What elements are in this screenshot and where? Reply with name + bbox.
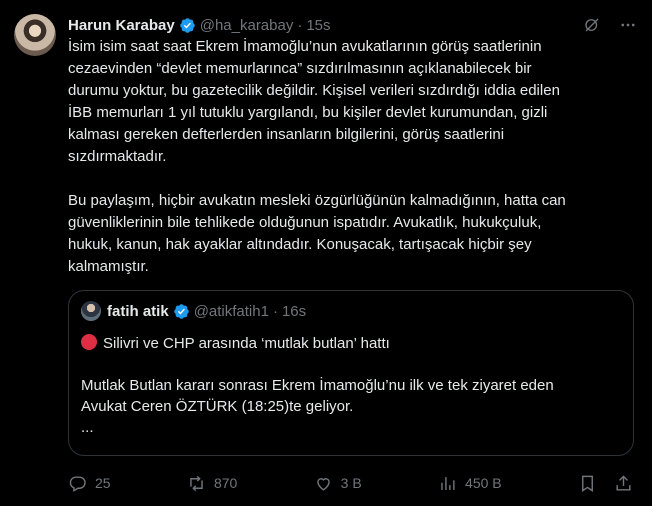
like-button[interactable]: 3 B (314, 474, 362, 493)
verified-badge-icon[interactable] (179, 17, 196, 34)
repost-button[interactable]: 870 (187, 474, 237, 493)
reply-button[interactable]: 25 (68, 474, 111, 493)
share-icon[interactable] (614, 473, 634, 493)
quote-author-handle: @atikfatih1 (193, 302, 269, 320)
quote-body: Mutlak Butlan kararı sonrası Ekrem İmamo… (81, 377, 554, 436)
separator-dot: · (297, 16, 303, 34)
quoted-tweet[interactable]: fatih atik @atikfatih1 · 16s Silivri ve … (68, 290, 634, 456)
like-count: 3 B (340, 475, 362, 491)
red-circle-emoji (81, 334, 97, 350)
quote-time: 16s (281, 302, 307, 320)
quote-text: Silivri ve CHP arasında ‘mutlak butlan’ … (81, 333, 621, 438)
verified-badge-icon (173, 303, 190, 320)
tweet[interactable]: Harun Karabay @ha_karabay · 15s İsim isi… (0, 0, 652, 506)
grok-icon[interactable] (582, 15, 602, 35)
tweet-text: İsim isim saat saat Ekrem İmamoğlu’nun a… (68, 38, 566, 275)
action-bar: 25 870 3 B 450 B (68, 472, 634, 494)
quote-author-name: fatih atik (107, 302, 169, 320)
views-count: 450 B (465, 475, 502, 491)
tweet-header: Harun Karabay @ha_karabay · 15s (68, 14, 638, 36)
author-name[interactable]: Harun Karabay (68, 17, 175, 34)
reply-count: 25 (95, 475, 111, 491)
more-icon[interactable] (618, 15, 638, 35)
bookmark-icon[interactable] (578, 473, 598, 493)
reply-icon (68, 474, 87, 493)
quote-headline: Silivri ve CHP arasında ‘mutlak butlan’ … (103, 335, 390, 352)
views-icon (438, 474, 457, 493)
author-avatar[interactable] (14, 14, 56, 56)
repost-count: 870 (213, 475, 238, 491)
separator-dot: · (272, 302, 278, 320)
views-button[interactable]: 450 B (438, 474, 502, 493)
quote-header: fatih atik @atikfatih1 · 16s (81, 301, 621, 321)
post-time[interactable]: 15s (306, 17, 330, 34)
repost-icon (187, 474, 206, 493)
quote-avatar (81, 301, 101, 321)
heart-icon (314, 474, 333, 493)
author-handle[interactable]: @ha_karabay (200, 17, 294, 34)
